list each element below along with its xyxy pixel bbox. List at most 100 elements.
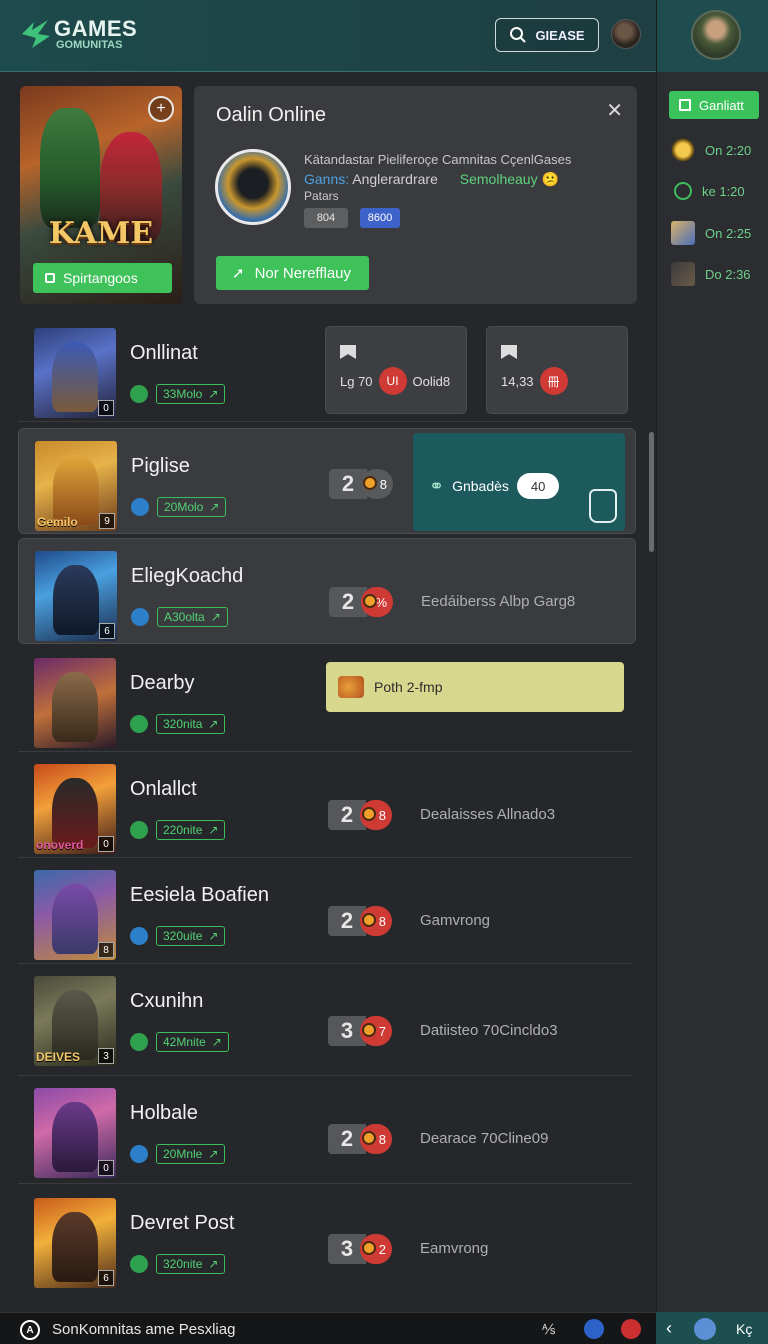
players-pill: 33Molo ↗ bbox=[156, 384, 226, 404]
featured-avatar bbox=[215, 149, 291, 225]
score-badge: 2 8 bbox=[328, 800, 392, 830]
coin-icon bbox=[363, 594, 377, 608]
players-pill: 20Mnle ↗ bbox=[156, 1144, 226, 1164]
settings-icon[interactable]: ⅍ bbox=[542, 1321, 555, 1337]
list-item[interactable]: 0 Onllinat 33Molo ↗ Lg 70 UI Oolid8 14,33… bbox=[18, 316, 632, 422]
coin-icon bbox=[362, 913, 376, 927]
sidebar-item-label: Do 2:36 bbox=[705, 266, 751, 282]
featured-info-panel: Oalin Online ✕ Kätandastar Pieliferoçe C… bbox=[194, 86, 637, 304]
list-item[interactable]: DEIVES 3 Cxunihn 42Mnite ↗ 3 7 Datiisteo … bbox=[18, 964, 632, 1076]
promo-banner[interactable]: Poth 2-fmp bbox=[326, 662, 624, 712]
trend-icon: ↗ bbox=[210, 610, 221, 624]
hand-icon[interactable] bbox=[589, 489, 617, 523]
list-item[interactable]: 6 Devret Post 320nite ↗ 3 2 Eamvrong bbox=[18, 1186, 632, 1292]
play-icon bbox=[130, 927, 148, 945]
info-meta-key: Ganns: bbox=[304, 171, 350, 187]
list-item[interactable]: 6 EliegKoachd A30olta ↗ 2 % Eedáiberss Al… bbox=[18, 538, 636, 644]
sidebar-item-label: ke 1:20 bbox=[702, 183, 745, 199]
scrollbar[interactable] bbox=[649, 432, 654, 552]
join-label: Nor Nerefflauy bbox=[254, 264, 352, 282]
stat-badge: UI bbox=[378, 367, 407, 395]
stat-card[interactable]: 14,33 冊 bbox=[486, 326, 628, 414]
sidebar-action-button[interactable]: Ganliatt bbox=[669, 91, 759, 119]
avatar-icon bbox=[671, 221, 695, 245]
coin-icon bbox=[363, 476, 377, 490]
trend-icon: ↗ bbox=[208, 717, 219, 731]
social-icon[interactable] bbox=[584, 1319, 604, 1339]
notification-icon[interactable] bbox=[621, 1319, 641, 1339]
play-icon bbox=[130, 385, 148, 403]
sidebar-item[interactable]: ke 1:20 bbox=[671, 177, 761, 205]
profile-icon[interactable] bbox=[694, 1318, 716, 1340]
group-card[interactable]: ⚭ Gnbadès 40 bbox=[413, 433, 625, 531]
play-icon bbox=[130, 1145, 148, 1163]
flag-icon bbox=[501, 345, 517, 359]
tag-badge: 8600 bbox=[360, 208, 400, 228]
players-pill: A30olta ↗ bbox=[157, 607, 228, 627]
thumb-caption: DEIVES bbox=[36, 1050, 81, 1064]
thumb-caption: onoverd bbox=[36, 838, 84, 852]
game-description: Gamvrong bbox=[420, 912, 491, 929]
list-item[interactable]: onoverd 0 Onlallct 220nite ↗ 2 8 Dealaiss… bbox=[18, 752, 632, 858]
game-thumbnail: Gemilo 9 bbox=[35, 441, 117, 531]
profile-avatar[interactable] bbox=[691, 10, 741, 60]
list-item[interactable]: 8 Eesiela Boafien 320uite ↗ 2 8 Gamvrong bbox=[18, 858, 632, 964]
game-thumbnail: 0 bbox=[34, 1088, 116, 1178]
trend-icon: ↗ bbox=[208, 387, 219, 401]
score-badge: 2 8 bbox=[328, 906, 392, 936]
players-pill: 320uite ↗ bbox=[156, 926, 226, 946]
list-item[interactable]: Gemilo 9 Piglise 20Molo ↗ 2 8 ⚭ Gnbadès 4… bbox=[18, 428, 636, 534]
featured-play-label: Spirtangoos bbox=[63, 270, 138, 286]
coin-icon bbox=[362, 1023, 376, 1037]
game-meta: A30olta ↗ bbox=[131, 607, 228, 627]
search-icon bbox=[510, 27, 527, 43]
app-logo[interactable]: GAMES GOMUNITAS bbox=[20, 14, 150, 58]
add-icon[interactable]: + bbox=[148, 96, 174, 122]
game-meta: 320nite ↗ bbox=[130, 1254, 226, 1274]
players-pill: 20Molo ↗ bbox=[157, 497, 227, 517]
trend-icon: ↗ bbox=[209, 500, 220, 514]
group-label: ⚭ Gnbadès 40 bbox=[429, 473, 560, 499]
game-title: Onllinat bbox=[130, 342, 198, 364]
a-icon[interactable]: A bbox=[20, 1320, 40, 1340]
list-item[interactable]: Dearby 320nita ↗ Poth 2-fmp bbox=[18, 646, 632, 752]
arrow-icon: ➚ bbox=[232, 265, 245, 282]
sidebar-item[interactable]: Do 2:36 bbox=[671, 260, 761, 288]
treasure-icon bbox=[338, 676, 364, 698]
game-art bbox=[52, 672, 98, 742]
sidebar-item[interactable]: On 2:20 bbox=[671, 136, 761, 164]
stat-card[interactable]: Lg 70 UI Oolid8 bbox=[325, 326, 467, 414]
user-avatar[interactable] bbox=[611, 19, 641, 49]
lock-icon bbox=[45, 273, 55, 283]
close-icon[interactable]: ✕ bbox=[606, 98, 623, 123]
play-icon bbox=[130, 1255, 148, 1273]
search-button[interactable]: GIEASE bbox=[495, 18, 599, 52]
bottom-status: SonKomnitas ame Pesxliag bbox=[52, 1321, 236, 1338]
game-description: Dearace 70Cline09 bbox=[420, 1130, 549, 1147]
badge-icon: 8 bbox=[98, 942, 114, 958]
game-title: Piglise bbox=[131, 455, 190, 477]
thumb-caption: Gemilo bbox=[37, 515, 78, 529]
players-pill: 42Mnite ↗ bbox=[156, 1032, 229, 1052]
sidebar-item[interactable]: On 2:25 bbox=[671, 219, 761, 247]
handshake-icon: ⚭ bbox=[429, 475, 445, 496]
back-icon[interactable]: ‹ bbox=[666, 1318, 672, 1339]
game-thumbnail bbox=[34, 658, 116, 748]
list-item[interactable]: 0 Holbale 20Mnle ↗ 2 8 Dearace 70Cline09 bbox=[18, 1076, 632, 1184]
game-title: Onlallct bbox=[130, 778, 197, 800]
featured-play-button[interactable]: Spirtangoos bbox=[33, 263, 172, 293]
logo-mark-icon bbox=[22, 20, 50, 48]
game-thumbnail: 6 bbox=[35, 551, 117, 641]
join-button[interactable]: ➚ Nor Nerefflauy bbox=[216, 256, 369, 290]
right-sidebar: Ganliatt On 2:20 ke 1:20 On 2:25 Do 2:36 bbox=[656, 0, 768, 1312]
sidebar-item-label: On 2:20 bbox=[705, 142, 752, 158]
badge-icon: 0 bbox=[98, 836, 114, 852]
featured-game-card[interactable]: + KAME Spirtangoos bbox=[20, 86, 182, 304]
play-icon bbox=[130, 715, 148, 733]
players-pill: 320nite ↗ bbox=[156, 1254, 226, 1274]
score-badge: 2 % bbox=[329, 587, 393, 617]
players-pill: 220nite ↗ bbox=[156, 820, 226, 840]
info-description: Kätandastar Pieliferoçe Camnitas CçenlGa… bbox=[304, 152, 572, 167]
coin-icon bbox=[671, 138, 695, 162]
count-bubble: 40 bbox=[516, 473, 560, 499]
